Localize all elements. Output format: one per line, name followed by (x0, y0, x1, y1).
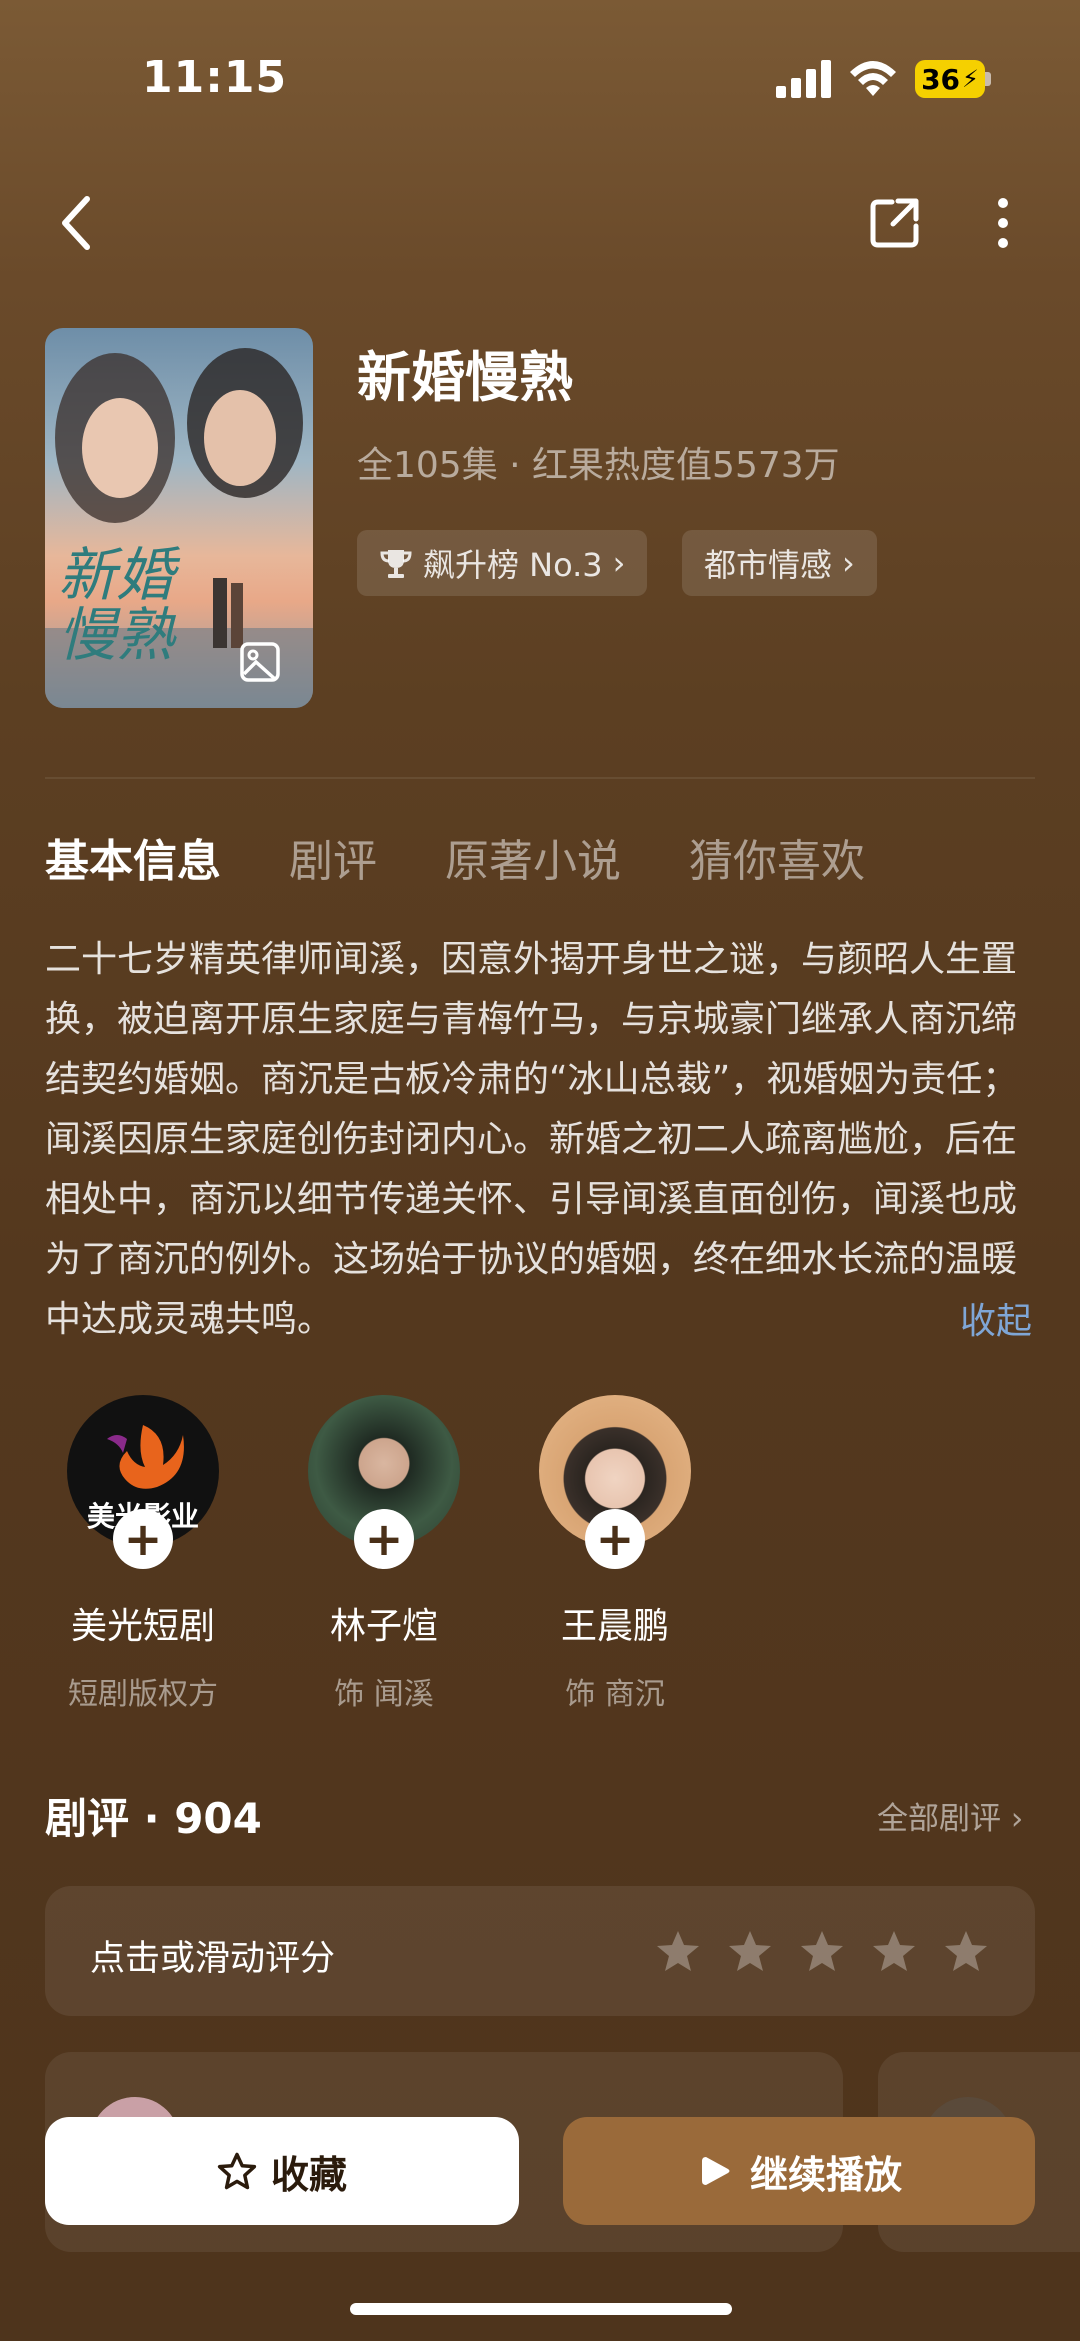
play-icon (701, 2157, 730, 2185)
poster-title: 新婚慢熟 (58, 541, 175, 669)
cast-name: 美光短剧 (70, 1606, 215, 1647)
tag-ranking-label: 飙升榜 No.3 (423, 546, 603, 584)
collapse-button[interactable]: 收起 (960, 1292, 1032, 1344)
section-tabs: 基本信息 剧评 原著小说 猜你喜欢 (45, 825, 865, 889)
tag-genre-label: 都市情感 (704, 546, 833, 584)
home-indicator (350, 2303, 732, 2315)
more-vertical-icon (998, 198, 1008, 248)
back-button[interactable] (42, 188, 112, 258)
follow-button[interactable]: + (585, 1509, 645, 1569)
star-icon[interactable] (655, 1928, 701, 1974)
star-icon[interactable] (727, 1928, 773, 1974)
cast-name: 王晨鹏 (560, 1606, 669, 1647)
cellular-signal-icon (776, 60, 831, 98)
charging-icon: ⚡ (962, 65, 979, 93)
cast-role: 饰 商沉 (565, 1677, 665, 1712)
more-button[interactable] (968, 188, 1038, 258)
chevron-right-icon: › (612, 544, 626, 582)
trophy-icon (380, 550, 412, 578)
tab-recommendations[interactable]: 猜你喜欢 (689, 825, 865, 889)
divider (45, 777, 1035, 779)
rate-prompt: 点击或滑动评分 (90, 1939, 336, 1979)
star-icon[interactable] (799, 1928, 845, 1974)
battery-level: 36 (921, 62, 961, 96)
all-reviews-link[interactable]: 全部剧评 › (877, 1793, 1023, 1838)
chevron-right-icon: › (1010, 1801, 1024, 1837)
play-label: 继续播放 (749, 2152, 902, 2197)
cast-item-actress[interactable]: + 林子煊 饰 闻溪 (294, 1395, 474, 1713)
continue-play-button[interactable]: 继续播放 (563, 2117, 1035, 2225)
avatar[interactable]: + (308, 1395, 460, 1569)
star-icon[interactable] (943, 1928, 989, 1974)
avatar[interactable]: + (539, 1395, 691, 1569)
tag-ranking[interactable]: 飙升榜 No.3 › (357, 530, 648, 596)
cast-item-producer[interactable]: 美光影业 + 美光短剧 短剧版权方 (53, 1395, 233, 1713)
status-time: 11:15 (142, 52, 288, 103)
chevron-left-icon (62, 196, 90, 250)
follow-button[interactable]: + (113, 1509, 173, 1569)
tab-basic-info[interactable]: 基本信息 (45, 825, 221, 889)
share-icon (870, 198, 919, 248)
favorite-button[interactable]: 收藏 (45, 2117, 519, 2225)
cast-name: 林子煊 (329, 1606, 438, 1647)
favorite-label: 收藏 (270, 2152, 347, 2197)
battery-tip (985, 72, 991, 86)
synopsis: 二十七岁精英律师闻溪，因意外揭开身世之谜，与颜昭人生置换，被迫离开原生家庭与青梅… (45, 939, 1019, 1340)
star-icon[interactable] (871, 1928, 917, 1974)
tab-reviews[interactable]: 剧评 (289, 825, 377, 889)
star-outline-icon (217, 2152, 257, 2190)
tag-genre[interactable]: 都市情感 › (682, 530, 877, 596)
share-button[interactable] (860, 188, 930, 258)
all-reviews-label: 全部剧评 (877, 1801, 1001, 1837)
cast-item-actor[interactable]: + 王晨鹏 饰 商沉 (525, 1395, 705, 1713)
drama-title: 新婚慢熟 (357, 346, 573, 409)
tab-original-novel[interactable]: 原著小说 (445, 825, 621, 889)
drama-meta: 全105集 · 红果热度值5573万 (357, 445, 840, 486)
avatar[interactable]: 美光影业 + (67, 1395, 219, 1569)
reviews-heading: 剧评 · 904 (45, 1794, 262, 1843)
cast-role: 短剧版权方 (68, 1677, 218, 1712)
cast-role: 饰 闻溪 (334, 1677, 434, 1712)
gallery-icon[interactable] (238, 640, 282, 688)
follow-button[interactable]: + (354, 1509, 414, 1569)
chevron-right-icon: › (842, 544, 855, 582)
wifi-icon (850, 61, 896, 96)
battery-indicator: 36 ⚡ (915, 60, 985, 98)
